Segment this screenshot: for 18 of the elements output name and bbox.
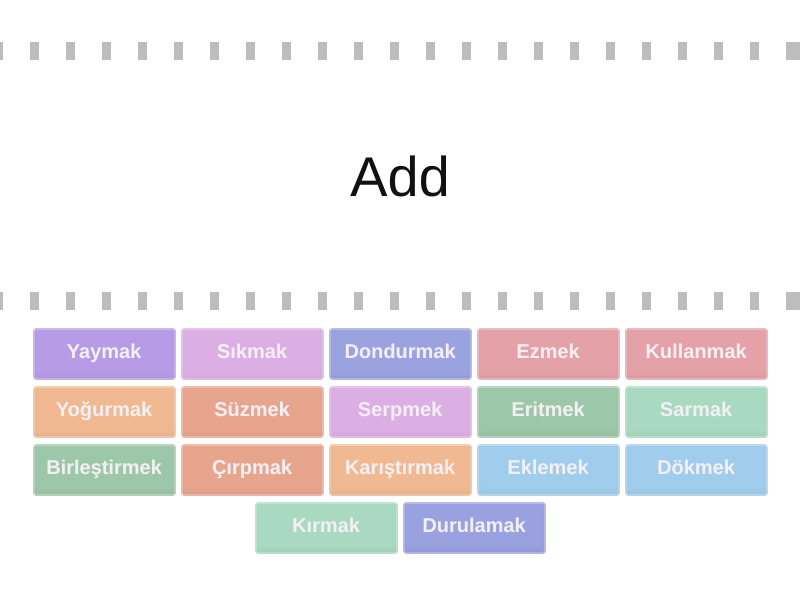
word-card[interactable]: Sarmak bbox=[624, 386, 768, 438]
word-card[interactable]: Süzmek bbox=[180, 386, 324, 438]
word-card[interactable]: Birleştirmek bbox=[32, 444, 176, 496]
word-card[interactable]: Yoğurmak bbox=[32, 386, 176, 438]
word-card[interactable]: Sıkmak bbox=[180, 328, 324, 380]
word-card[interactable]: Durulamak bbox=[402, 502, 546, 554]
word-card[interactable]: Eklemek bbox=[476, 444, 620, 496]
word-card[interactable]: Ezmek bbox=[476, 328, 620, 380]
word-card[interactable]: Karıştırmak bbox=[328, 444, 472, 496]
prompt-text: Add bbox=[350, 147, 450, 205]
word-card[interactable]: Kullanmak bbox=[624, 328, 768, 380]
word-card[interactable]: Yaymak bbox=[32, 328, 176, 380]
word-card[interactable]: Kırmak bbox=[254, 502, 398, 554]
word-card[interactable]: Dökmek bbox=[624, 444, 768, 496]
word-card[interactable]: Eritmek bbox=[476, 386, 620, 438]
word-card[interactable]: Çırpmak bbox=[180, 444, 324, 496]
word-card[interactable]: Dondurmak bbox=[328, 328, 472, 380]
word-card[interactable]: Serpmek bbox=[328, 386, 472, 438]
